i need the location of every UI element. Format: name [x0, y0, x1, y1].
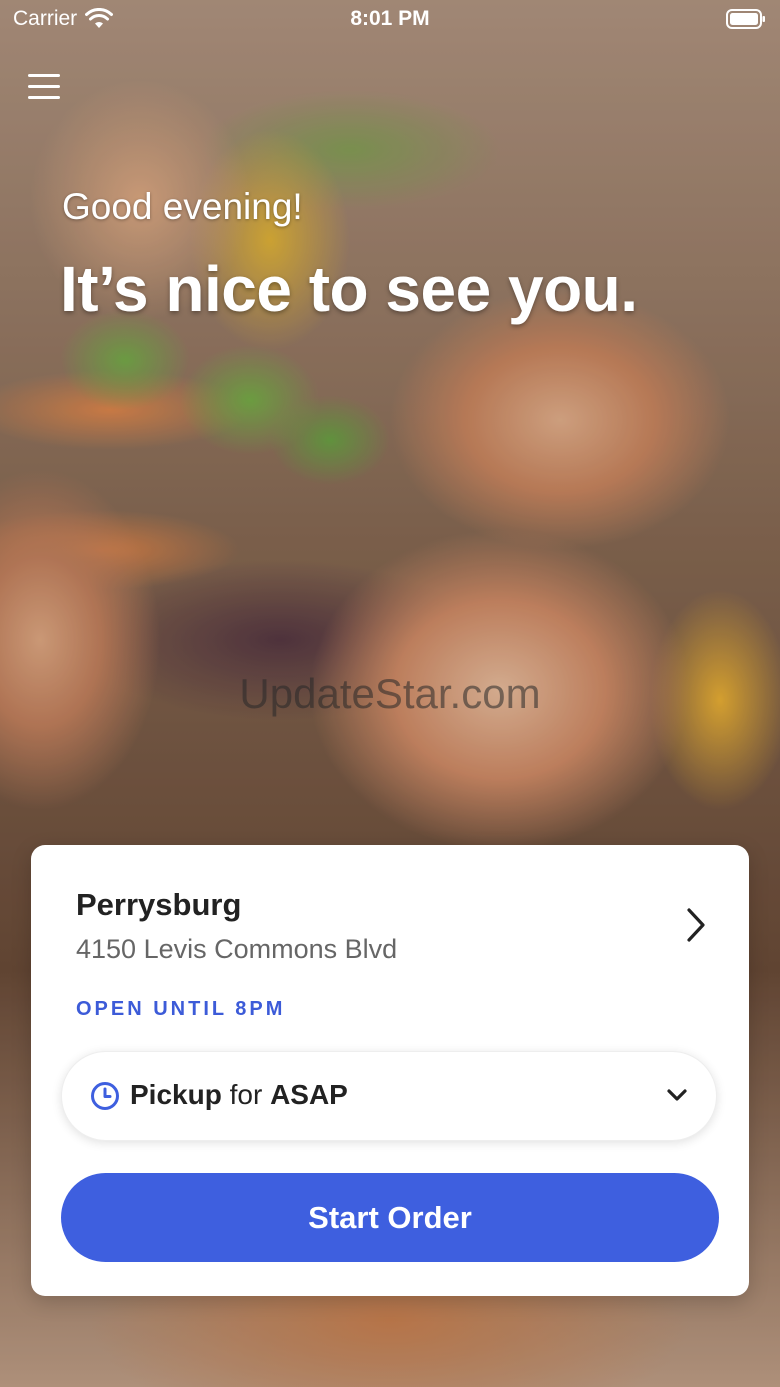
battery-icon	[726, 9, 765, 29]
watermark-text: UpdateStar.com	[239, 670, 541, 717]
order-card: Perrysburg 4150 Levis Commons Blvd OPEN …	[31, 845, 749, 1296]
chevron-down-icon	[667, 1089, 687, 1101]
clock-icon	[91, 1082, 119, 1110]
welcome-headline: It’s nice to see you.	[60, 253, 638, 325]
order-mode-type: Pickup	[130, 1079, 222, 1110]
order-mode-time: ASAP	[270, 1079, 348, 1110]
chevron-right-icon	[687, 908, 705, 942]
menu-line	[28, 74, 60, 77]
start-order-button[interactable]: Start Order	[61, 1173, 719, 1262]
location-address: 4150 Levis Commons Blvd	[76, 934, 398, 964]
status-time: 8:01 PM	[350, 7, 430, 30]
menu-line	[28, 96, 60, 99]
order-mode-label: Pickup for ASAP	[130, 1079, 348, 1111]
menu-line	[28, 85, 60, 88]
order-mode-dropdown[interactable]: Pickup for ASAP	[61, 1051, 717, 1141]
store-hours: OPEN UNTIL 8PM	[76, 998, 286, 1020]
order-mode-connector: for	[229, 1079, 263, 1110]
location-selector[interactable]: Perrysburg 4150 Levis Commons Blvd	[31, 845, 749, 985]
app-screen: Carrier 8:01 PM Good evening! It’s nice …	[0, 0, 780, 1387]
greeting-text: Good evening!	[62, 186, 303, 227]
status-bar: Carrier 8:01 PM	[0, 0, 780, 40]
menu-icon[interactable]	[28, 74, 62, 104]
location-name: Perrysburg	[76, 887, 242, 922]
